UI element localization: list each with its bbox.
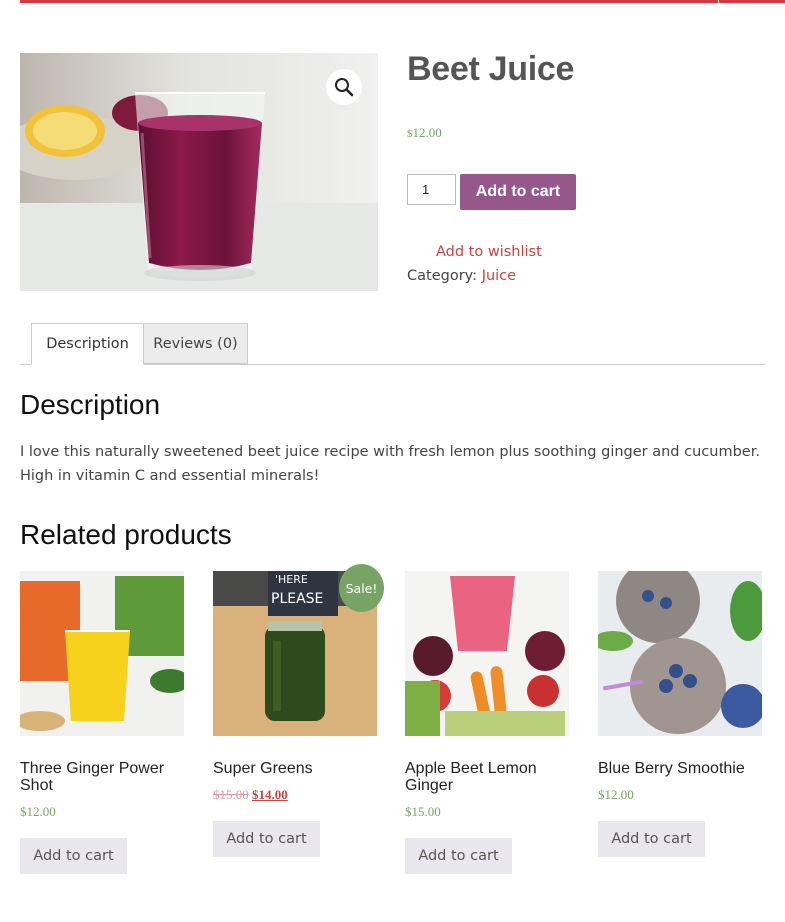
category-label: Category:: [407, 268, 478, 284]
svg-text:PLEASE: PLEASE: [271, 591, 323, 607]
add-to-cart-button[interactable]: Add to cart: [20, 838, 127, 874]
product-title: Beet Juice: [407, 50, 575, 88]
product-thumbnail[interactable]: [20, 571, 184, 736]
add-to-cart-button[interactable]: Add to cart: [598, 821, 705, 857]
product-name[interactable]: Three Ginger Power Shot: [20, 760, 184, 794]
related-product-card: Blue Berry Smoothie $12.00 Add to cart: [598, 571, 762, 857]
description-text: I love this naturally sweetened beet jui…: [20, 444, 760, 484]
tab-reviews[interactable]: Reviews (0): [143, 323, 248, 364]
sale-badge: Sale!: [339, 564, 384, 612]
beet-juice-photo: [20, 53, 378, 291]
product-price: $12.00: [20, 804, 56, 819]
tab-description[interactable]: Description: [31, 323, 144, 365]
quantity-input[interactable]: [407, 174, 456, 205]
svg-text:'HERE: 'HERE: [275, 573, 308, 586]
ginger-shot-photo: [20, 571, 184, 736]
add-to-wishlist-link[interactable]: Add to wishlist: [436, 244, 542, 260]
category-link[interactable]: Juice: [482, 268, 516, 284]
product-thumbnail[interactable]: [598, 571, 762, 736]
add-to-cart-button[interactable]: Add to cart: [213, 821, 320, 857]
product-name[interactable]: Super Greens: [213, 760, 377, 777]
add-to-cart-button[interactable]: Add to cart: [460, 174, 576, 210]
product-price: $12.00: [598, 787, 634, 802]
product-price: $15.00: [405, 804, 441, 819]
product-category: Category: Juice: [407, 268, 516, 284]
related-product-card: 'HERE PLEASE Super Greens $15.00 $14.00 …: [213, 571, 377, 857]
sale-price: $14.00: [252, 787, 288, 802]
related-product-card: Apple Beet Lemon Ginger $15.00 Add to ca…: [405, 571, 569, 874]
top-bar-separator: [718, 0, 719, 3]
product-name[interactable]: Blue Berry Smoothie: [598, 760, 762, 777]
product-thumbnail[interactable]: [405, 571, 569, 736]
magnifier-icon: [335, 78, 354, 97]
add-to-cart-button[interactable]: Add to cart: [405, 838, 512, 874]
related-product-card: Three Ginger Power Shot $12.00 Add to ca…: [20, 571, 184, 874]
old-price: $15.00: [213, 787, 249, 802]
top-accent-bar: [20, 0, 785, 3]
description-heading: Description: [20, 389, 161, 420]
related-products-heading: Related products: [20, 519, 232, 550]
apple-beet-photo: [405, 571, 569, 736]
product-price: $15.00 $14.00: [213, 787, 377, 803]
product-name[interactable]: Apple Beet Lemon Ginger: [405, 760, 569, 794]
zoom-button[interactable]: [326, 69, 362, 105]
price-amount: 12.00: [412, 125, 442, 140]
product-image[interactable]: [20, 53, 378, 291]
product-price: $12.00: [407, 125, 442, 141]
blueberry-smoothie-photo: [598, 571, 762, 736]
